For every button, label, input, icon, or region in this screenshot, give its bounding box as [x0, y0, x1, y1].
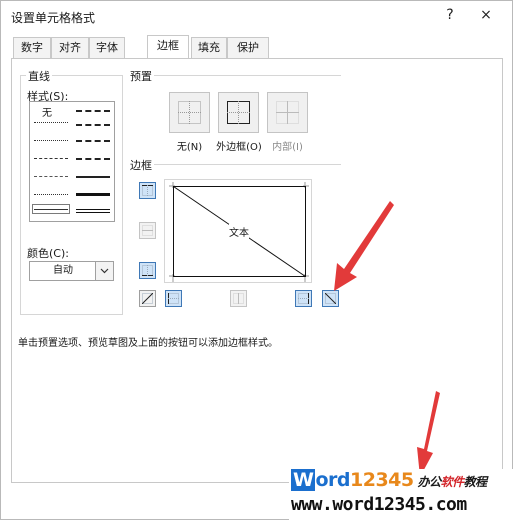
border-inside-horizontal-icon [142, 225, 153, 236]
watermark-w: W [291, 469, 316, 491]
presets-divider [154, 75, 341, 76]
preset-inside-button[interactable] [267, 92, 308, 133]
watermark-cn-b: 软件 [440, 475, 465, 489]
border-diagonal-up-icon [142, 293, 153, 304]
style-none-option[interactable]: 无 [42, 104, 52, 119]
description-text: 单击预置选项、预览草图及上面的按钮可以添加边框样式。 [18, 338, 278, 349]
border-divider [154, 164, 341, 165]
border-tab-panel: 直线 样式(S): 无 颜色(C): 自动 预置 无(N) 外边框(O) 内部(… [11, 58, 503, 483]
format-cells-dialog: 设置单元格格式 ? × 数字 对齐 字体 边框 填充 保护 直线 样式(S): … [0, 0, 513, 521]
line-group-label: 直线 [26, 68, 52, 84]
watermark-cn-a: 办公 [417, 475, 442, 489]
line-style-option[interactable] [76, 209, 110, 213]
watermark-ord: ord [315, 469, 350, 491]
border-preview[interactable]: 文本 [164, 179, 312, 283]
tab-border[interactable]: 边框 [147, 35, 189, 58]
preset-outline-button[interactable] [218, 92, 259, 133]
tab-alignment[interactable]: 对齐 [51, 37, 89, 58]
line-style-list[interactable]: 无 [29, 101, 115, 222]
border-bottom-button[interactable] [139, 262, 156, 279]
border-inside-vertical-icon [233, 293, 244, 304]
line-style-option[interactable] [34, 158, 68, 159]
line-style-option[interactable] [34, 194, 68, 195]
border-inside-horizontal-button[interactable] [139, 222, 156, 239]
annotation-arrow [334, 201, 394, 291]
preset-none-icon [178, 101, 201, 124]
tab-font[interactable]: 字体 [89, 37, 125, 58]
preview-text: 文本 [229, 224, 249, 239]
tab-protection[interactable]: 保护 [227, 37, 269, 58]
line-style-option[interactable] [76, 124, 110, 126]
line-style-option[interactable] [76, 140, 110, 142]
border-group-label: 边框 [130, 159, 152, 172]
watermark-number: 12345 [350, 469, 414, 491]
preset-outline-icon [227, 101, 250, 124]
watermark-url: www.word12345.com [291, 494, 467, 515]
border-diagonal-up-button[interactable] [139, 290, 156, 307]
border-top-icon [142, 185, 153, 196]
line-style-option[interactable] [76, 110, 110, 112]
border-inside-vertical-button[interactable] [230, 290, 247, 307]
preset-inside-label: 内部(I) [272, 142, 303, 153]
dialog-title: 设置单元格格式 [11, 11, 96, 25]
line-style-option[interactable] [76, 193, 110, 196]
line-style-option[interactable] [34, 122, 68, 123]
preset-inside-icon [276, 101, 299, 124]
annotation-arrow-2 [417, 391, 440, 477]
border-right-button[interactable] [295, 290, 312, 307]
border-top-button[interactable] [139, 182, 156, 199]
line-style-option[interactable] [34, 209, 68, 210]
close-button[interactable]: × [475, 5, 497, 25]
line-style-option[interactable] [76, 158, 110, 160]
color-value: 自动 [53, 265, 73, 276]
line-style-option[interactable] [34, 176, 68, 177]
tab-fill[interactable]: 填充 [191, 37, 227, 58]
border-right-icon [298, 293, 309, 304]
border-left-icon [168, 293, 179, 304]
watermark-logo: Word12345 办公软件教程 www.word12345.com [289, 469, 513, 521]
line-style-option[interactable] [76, 176, 110, 178]
presets-group-label: 预置 [130, 70, 152, 83]
title-bar: 设置单元格格式 ? × [1, 1, 512, 29]
preset-outline-label: 外边框(O) [216, 142, 262, 153]
chevron-down-icon[interactable] [95, 262, 113, 280]
watermark-cn-c: 教程 [463, 475, 488, 489]
border-left-button[interactable] [165, 290, 182, 307]
preset-none-button[interactable] [169, 92, 210, 133]
preset-none-label: 无(N) [176, 142, 203, 153]
color-dropdown[interactable]: 自动 [29, 261, 114, 281]
border-bottom-icon [142, 265, 153, 276]
tab-number[interactable]: 数字 [13, 37, 51, 58]
line-style-option[interactable] [34, 140, 68, 141]
color-label: 颜色(C): [27, 247, 69, 260]
help-button[interactable]: ? [439, 5, 461, 25]
